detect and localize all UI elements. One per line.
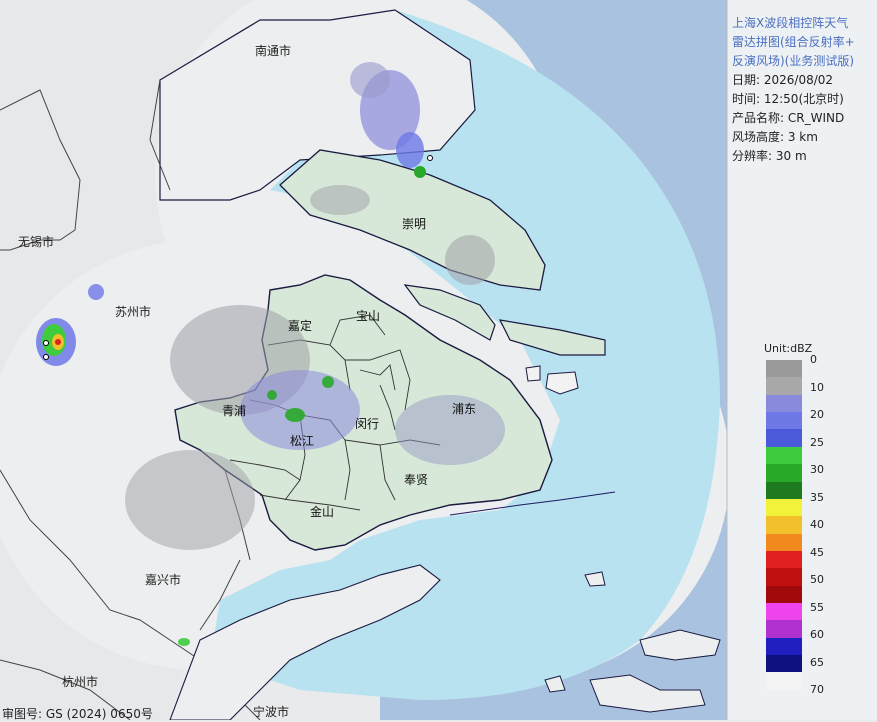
- legend-tick-label: 0: [810, 353, 817, 366]
- legend-color-bar: [766, 360, 802, 690]
- small-island-1: [525, 365, 541, 382]
- label-pudong: 浦东: [452, 402, 476, 416]
- label-ningbo: 宁波市: [253, 704, 289, 719]
- legend-tick-label: 35: [810, 490, 824, 504]
- legend-swatch: [766, 394, 802, 413]
- map-approval-number: 审图号: GS (2024) 0650号: [2, 707, 153, 721]
- legend-swatch: [766, 620, 802, 638]
- legend-tick-label: 25: [810, 435, 824, 449]
- label-jinshan: 金山: [310, 504, 334, 519]
- legend-swatch: [766, 446, 802, 465]
- label-baoshan: 宝山: [356, 309, 380, 323]
- legend-tick-label: 55: [810, 600, 824, 614]
- legend-swatch: [766, 429, 802, 447]
- legend-swatch: [766, 672, 802, 690]
- title-line-2: 雷达拼图(组合反射率+: [732, 35, 855, 49]
- legend-swatch: [766, 533, 802, 551]
- legend-swatch: [766, 481, 802, 499]
- legend-swatch: [766, 464, 802, 482]
- legend-swatch: [766, 568, 802, 586]
- legend-tick-label: 40: [810, 518, 824, 531]
- legend-swatch: [766, 360, 802, 378]
- product-text: 产品名称: CR_WIND: [732, 111, 845, 125]
- legend-swatch: [766, 412, 802, 430]
- wind-height-text: 风场高度: 3 km: [732, 130, 818, 144]
- title-line-3: 反演风场)(业务测试版): [732, 54, 855, 68]
- label-songjiang: 松江: [290, 434, 314, 448]
- time-text: 时间: 12:50(北京时): [732, 92, 844, 106]
- label-qingpu: 青浦: [222, 404, 246, 418]
- legend-swatch: [766, 550, 802, 569]
- label-jiaxing: 嘉兴市: [145, 572, 181, 587]
- legend-unit: Unit:dBZ: [764, 342, 813, 355]
- legend-tick-label: 20: [810, 408, 824, 421]
- info-panel: 上海X波段相控阵天气 雷达拼图(组合反射率+ 反演风场)(业务测试版) 日期: …: [732, 14, 874, 166]
- label-nantong: 南通市: [255, 43, 291, 58]
- label-chongming: 崇明: [402, 217, 426, 231]
- legend-tick-label: 10: [810, 380, 824, 394]
- legend-swatch: [766, 585, 802, 604]
- label-minhang: 闵行: [355, 416, 379, 431]
- label-hangzhou: 杭州市: [62, 674, 98, 689]
- legend-tick-label: 60: [810, 628, 824, 641]
- legend-tick-label: 70: [810, 683, 824, 696]
- legend-swatch: [766, 516, 802, 534]
- label-jiading: 嘉定: [288, 318, 312, 333]
- legend-swatch: [766, 498, 802, 517]
- resolution-text: 分辨率: 30 m: [732, 149, 807, 163]
- color-legend: Unit:dBZ 0 10 20 25 30 35 40 45 50 55 60 65 70: [762, 342, 872, 702]
- legend-tick-label: 65: [810, 655, 824, 669]
- date-text: 日期: 2026/08/02: [732, 73, 834, 87]
- label-fengxian: 奉贤: [404, 473, 428, 487]
- legend-swatch: [766, 377, 802, 395]
- title-line-1: 上海X波段相控阵天气: [732, 16, 849, 30]
- label-suzhou: 苏州市: [115, 304, 151, 319]
- legend-tick-label: 50: [810, 573, 824, 586]
- legend-swatch: [766, 655, 802, 673]
- label-wuxi: 无锡市: [18, 234, 54, 249]
- legend-swatch: [766, 637, 802, 656]
- legend-tick-label: 30: [810, 463, 824, 476]
- legend-swatch: [766, 603, 802, 621]
- legend-tick-label: 45: [810, 545, 824, 559]
